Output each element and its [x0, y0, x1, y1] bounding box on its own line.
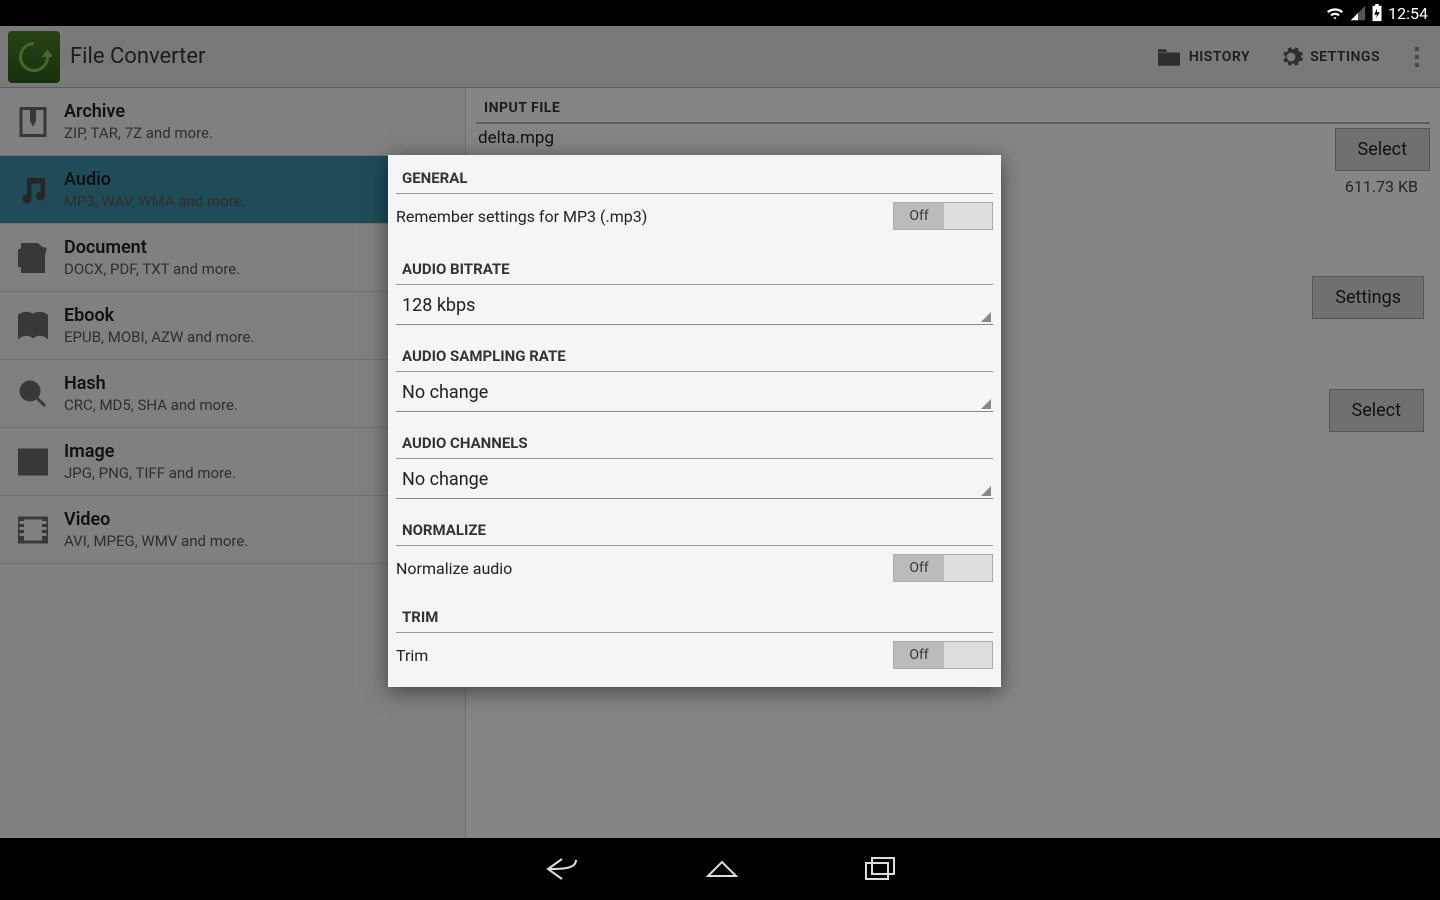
remember-label: Remember settings for MP3 (.mp3) — [396, 207, 893, 226]
sampling-value: No change — [402, 382, 987, 403]
normalize-label: Normalize audio — [396, 559, 893, 578]
section-general: GENERAL — [388, 155, 1001, 193]
status-bar: 12:54 — [0, 0, 1440, 26]
recents-button[interactable] — [862, 855, 898, 883]
battery-charging-icon — [1371, 4, 1383, 22]
sampling-spinner[interactable]: No change — [396, 374, 993, 412]
dropdown-icon — [981, 312, 991, 322]
bitrate-spinner[interactable]: 128 kbps — [396, 287, 993, 325]
section-normalize: NORMALIZE — [388, 499, 1001, 545]
dropdown-icon — [981, 399, 991, 409]
section-sampling: AUDIO SAMPLING RATE — [388, 325, 1001, 371]
section-bitrate: AUDIO BITRATE — [388, 238, 1001, 284]
status-time: 12:54 — [1388, 4, 1428, 23]
channels-spinner[interactable]: No change — [396, 461, 993, 499]
back-button[interactable] — [542, 854, 582, 884]
section-channels: AUDIO CHANNELS — [388, 412, 1001, 458]
home-button[interactable] — [702, 854, 742, 884]
remember-toggle[interactable]: Off — [893, 202, 993, 230]
row-remember-settings[interactable]: Remember settings for MP3 (.mp3) Off — [388, 194, 1001, 238]
trim-toggle[interactable]: Off — [893, 641, 993, 669]
channels-value: No change — [402, 469, 987, 490]
section-trim: TRIM — [388, 590, 1001, 632]
trim-label: Trim — [396, 646, 893, 665]
signal-icon — [1350, 5, 1366, 21]
normalize-toggle[interactable]: Off — [893, 554, 993, 582]
navigation-bar — [0, 838, 1440, 900]
row-normalize[interactable]: Normalize audio Off — [388, 546, 1001, 590]
bitrate-value: 128 kbps — [402, 295, 987, 316]
row-trim[interactable]: Trim Off — [388, 633, 1001, 677]
wifi-icon — [1325, 5, 1345, 21]
dropdown-icon — [981, 486, 991, 496]
audio-settings-dialog: GENERAL Remember settings for MP3 (.mp3)… — [388, 155, 1001, 687]
